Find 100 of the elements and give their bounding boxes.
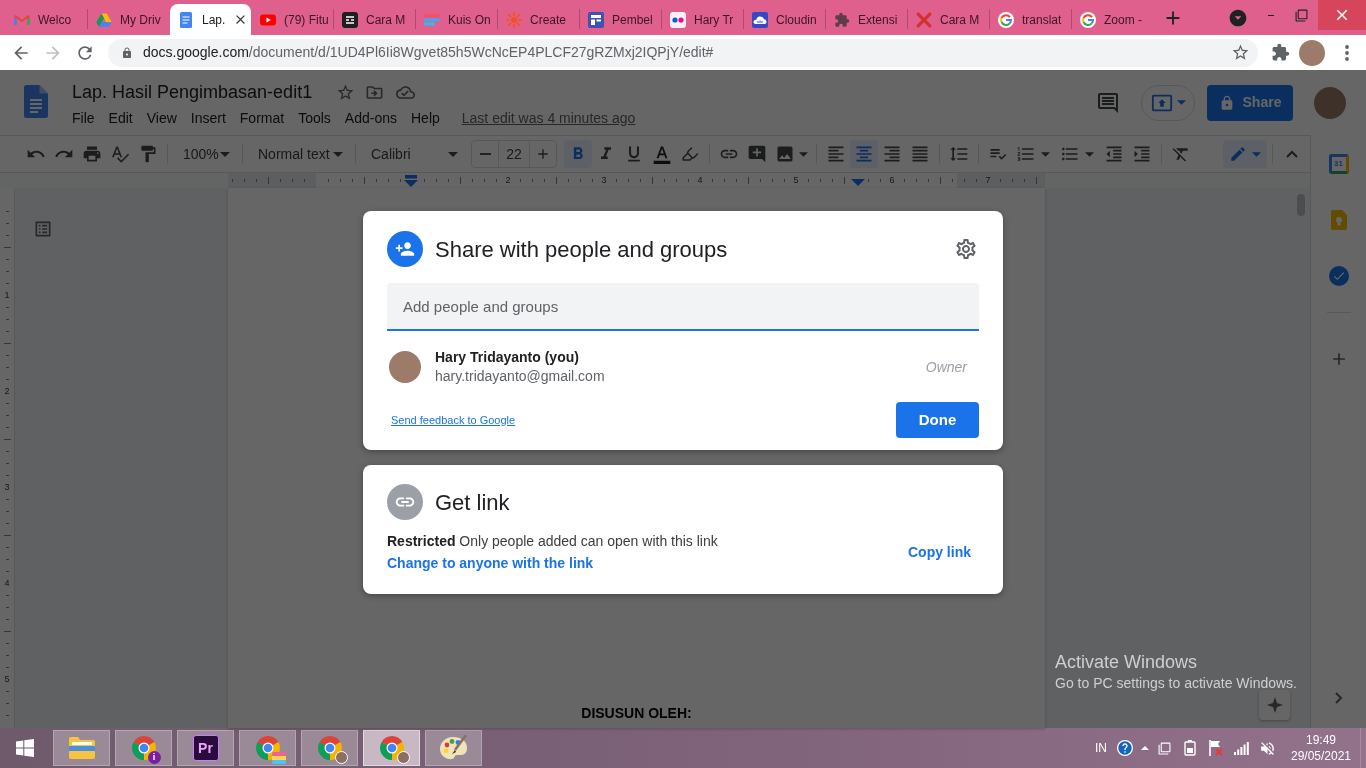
browser-tab[interactable]: Zoom -: [1072, 4, 1153, 35]
browser-tab[interactable]: Pembel: [580, 4, 661, 35]
minimize-icon: [1266, 14, 1276, 16]
text-color-icon: [652, 144, 672, 164]
ruler-number: 4: [2, 577, 12, 589]
bold-button[interactable]: [564, 140, 592, 168]
ring-icon: [998, 11, 1014, 28]
flag-icon[interactable]: [1209, 740, 1223, 756]
sunburst-icon: [506, 11, 522, 28]
browser-tab[interactable]: Lap.: [170, 4, 251, 35]
settings-icon: [954, 237, 978, 261]
font-dropdown[interactable]: Calibri: [361, 140, 465, 168]
close-window-button[interactable]: [1318, 0, 1366, 30]
image-icon: [775, 144, 795, 164]
ruler-number: 5: [2, 673, 12, 685]
triangle-icon: [96, 11, 112, 28]
clock-button[interactable]: 19:49 29/05/2021: [1288, 728, 1354, 768]
browser-tab[interactable]: Hary Tr: [662, 4, 743, 35]
taskbar-app[interactable]: [53, 730, 110, 766]
menu-item[interactable]: Edit: [101, 106, 140, 130]
indent-marker-icon[interactable]: [404, 175, 418, 187]
menu-item[interactable]: Help: [404, 106, 447, 130]
cloud-icon: [752, 11, 768, 28]
window-panes-icon: [16, 739, 34, 757]
taskbar-app[interactable]: i: [115, 730, 172, 766]
browser-tab[interactable]: (79) Fitu: [252, 4, 333, 35]
change-access-link[interactable]: Change to anyone with the link: [387, 552, 718, 574]
style-dropdown[interactable]: Normal text: [248, 140, 350, 168]
menu-item[interactable]: File: [65, 106, 102, 130]
battery-icon[interactable]: [1184, 740, 1196, 756]
url-text: docs.google.com/document/d/1UD4Pl6Ii8Wgvet85h5WcNcEP4PLCF27gRZMxj2IQPjY/edit#: [143, 43, 714, 62]
signal-icon[interactable]: [1234, 741, 1249, 755]
caret-up-icon[interactable]: [1141, 746, 1149, 750]
browser-tab[interactable]: Cara M: [908, 4, 989, 35]
menu-item[interactable]: Format: [232, 106, 292, 130]
lock-icon: [121, 46, 133, 59]
ruler-number: 4: [696, 174, 704, 186]
indent-marker-icon[interactable]: [851, 179, 865, 186]
ring-icon: [1080, 11, 1096, 28]
zoom-dropdown[interactable]: 100%: [173, 140, 237, 168]
feedback-link[interactable]: Send feedback to Google: [391, 411, 516, 429]
profile-avatar[interactable]: [1299, 39, 1325, 66]
copy-link-button[interactable]: Copy link: [908, 541, 971, 563]
help-icon[interactable]: [1117, 740, 1133, 756]
document-title[interactable]: Lap. Hasil Pengimbasan-edit1: [72, 80, 313, 104]
caret-icon: [448, 151, 458, 157]
browser-tab[interactable]: translat: [990, 4, 1071, 35]
account-avatar[interactable]: [1314, 86, 1346, 119]
stripes-icon: [424, 11, 440, 28]
document-icon[interactable]: [24, 85, 48, 118]
comment-icon: [1096, 90, 1120, 115]
stripes-badge-icon: [271, 752, 286, 764]
taskbar-app[interactable]: Pr: [177, 730, 234, 766]
font-size-field[interactable]: 22: [498, 141, 530, 167]
highlighter-icon: [681, 145, 699, 163]
overlap-rects-icon[interactable]: [1158, 741, 1171, 755]
person-name: Hary Tridayanto (you): [435, 348, 580, 367]
browser-tab[interactable]: Cloudin: [744, 4, 825, 35]
access-description: Restricted Only people added can open with this link: [387, 532, 718, 551]
explore-button[interactable]: [1259, 690, 1290, 720]
ruler-number: 3: [2, 481, 12, 493]
page-text: DISUSUN OLEH:: [581, 704, 692, 723]
indent-decrease-icon: [1104, 144, 1124, 164]
line-spacing-icon: [949, 144, 969, 164]
browser-tab[interactable]: Cara M: [334, 4, 415, 35]
palette-icon: [439, 735, 468, 761]
language-indicator[interactable]: IN: [1095, 739, 1107, 757]
taskbar-app[interactable]: [301, 730, 358, 766]
editing-mode-button[interactable]: [1223, 140, 1267, 168]
browser-icon: [131, 736, 156, 760]
ruler-number: 3: [600, 174, 608, 186]
minus-icon: [479, 153, 491, 155]
activation-title: Activate Windows: [1055, 651, 1199, 673]
taskbar-app[interactable]: [363, 730, 420, 766]
address-field[interactable]: docs.google.com/document/d/1UD4Pl6Ii8Wgvet85h5WcNcEP4PLCF27gRZMxj2IQPjY/edit#: [108, 38, 1258, 67]
last-edit-link[interactable]: Last edit was 4 minutes ago: [461, 107, 636, 129]
menu-item[interactable]: Add-ons: [337, 106, 404, 130]
taskbar-app[interactable]: [239, 730, 296, 766]
browser-tab[interactable]: Extensi: [826, 4, 907, 35]
person-email: hary.tridayanto@gmail.com: [435, 367, 605, 386]
browser-tab[interactable]: My Driv: [88, 4, 169, 35]
ruler-number: 7: [984, 174, 992, 186]
settings-button[interactable]: [953, 236, 979, 262]
done-button[interactable]: Done: [896, 402, 979, 438]
share-button[interactable]: Share: [1207, 84, 1293, 121]
menu-item[interactable]: Tools: [291, 106, 338, 130]
browser-tab[interactable]: Welco: [6, 4, 87, 35]
caret-icon: [799, 151, 808, 157]
person-add-icon: [387, 231, 423, 267]
numbered-list-icon: [1016, 144, 1036, 164]
caret-icon: [220, 151, 230, 157]
browser-tab[interactable]: Create: [498, 4, 579, 35]
person-avatar: [389, 351, 421, 383]
add-people-field[interactable]: Add people and groups: [387, 283, 979, 331]
browser-tab[interactable]: Kuis On: [416, 4, 497, 35]
taskbar-app[interactable]: [425, 730, 482, 766]
menu-item[interactable]: View: [139, 106, 184, 130]
menu-item[interactable]: Insert: [183, 106, 233, 130]
caret-icon: [1252, 151, 1261, 157]
align-center-button[interactable]: [850, 140, 878, 168]
